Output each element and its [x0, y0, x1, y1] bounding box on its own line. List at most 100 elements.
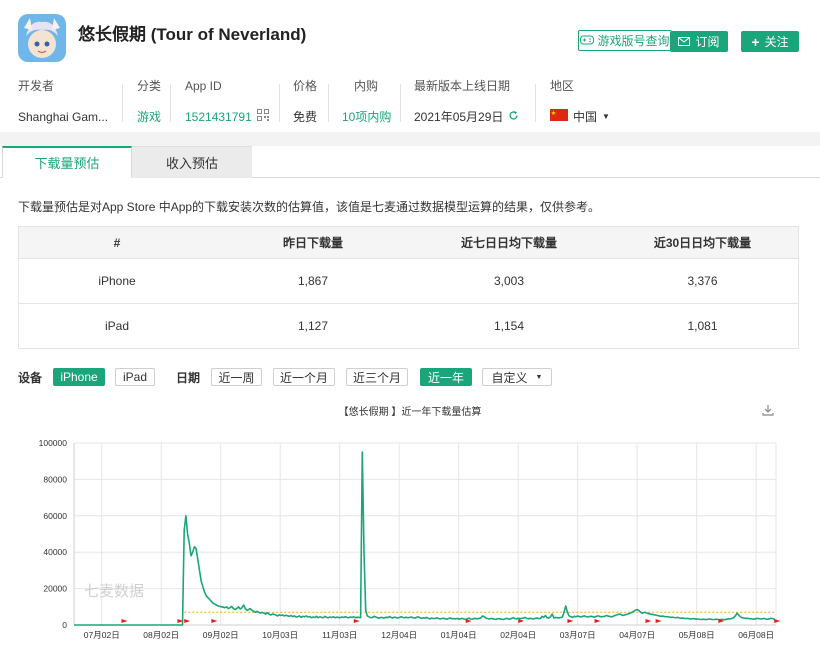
description: 下载量预估是对App Store 中App的下载安装次数的估算值，该值是七麦通过… — [18, 200, 601, 214]
category-label: 分类 — [137, 79, 162, 93]
table-cell: iPhone — [98, 274, 136, 288]
y-tick-label: 60000 — [43, 511, 67, 521]
region-label: 地区 — [550, 79, 575, 93]
device-iphone-chip[interactable]: iPhone — [53, 368, 105, 386]
column-header: 昨日下载量 — [282, 236, 343, 250]
qrcode-icon[interactable] — [256, 109, 269, 125]
table-row: iPad 1,127 1,154 1,081 — [19, 303, 798, 348]
event-marker — [211, 619, 218, 625]
subscribe-button[interactable]: 订阅 — [670, 31, 728, 52]
chart-watermark: 七麦数据 — [84, 583, 144, 600]
table-row: iPhone 1,867 3,003 3,376 — [19, 258, 798, 303]
section-separator — [0, 132, 820, 146]
range-quarter-chip[interactable]: 近三个月 — [346, 368, 408, 386]
meta-appid: App ID 1521431791 — [185, 78, 269, 125]
event-marker — [121, 619, 128, 625]
meta-region: 地区 中国 ▼ — [550, 78, 610, 125]
event-marker — [655, 619, 662, 625]
refresh-icon[interactable] — [508, 109, 519, 125]
x-tick-label: 03月07日 — [560, 630, 596, 640]
version-query-label: 游戏版号查询 — [597, 34, 670, 48]
release-label: 最新版本上线日期 — [414, 79, 511, 93]
download-icon[interactable] — [762, 404, 774, 419]
event-marker — [518, 619, 525, 625]
x-tick-label: 06月08日 — [738, 630, 774, 640]
table-cell: 3,003 — [493, 274, 525, 288]
event-marker — [645, 619, 652, 625]
follow-label: 关注 — [764, 35, 789, 49]
column-header: # — [113, 235, 121, 250]
range-custom-select[interactable]: 自定义 ▼ — [482, 368, 552, 386]
divider — [400, 84, 401, 122]
category-value[interactable]: 游戏 — [137, 109, 161, 125]
device-label: 设备 — [18, 371, 43, 385]
event-marker — [774, 619, 781, 625]
meta-release: 最新版本上线日期 2021年05月29日 — [414, 78, 519, 125]
x-tick-label: 05月08日 — [679, 630, 715, 640]
chart-title: 【悠长假期 】近一年下载量估算 — [338, 407, 482, 418]
y-tick-label: 20000 — [43, 584, 67, 594]
app-icon — [18, 14, 66, 62]
x-tick-label: 10月03日 — [262, 630, 298, 640]
china-flag-icon — [550, 109, 568, 125]
developer-label: 开发者 — [18, 79, 55, 93]
x-tick-label: 09月02日 — [203, 630, 239, 640]
download-line-chart: 0 20000 40000 60000 80000 100000 07月02日 08月02日 0… — [39, 438, 781, 640]
version-query-button[interactable]: 游戏版号查询 — [578, 30, 672, 51]
release-value: 2021年05月29日 — [414, 110, 504, 124]
y-tick-label: 80000 — [43, 474, 67, 484]
event-marker — [184, 619, 191, 625]
subscribe-label: 订阅 — [695, 35, 720, 49]
divider — [170, 84, 171, 122]
range-year-chip[interactable]: 近一年 — [420, 368, 472, 386]
appid-value: 1521431791 — [185, 110, 252, 124]
x-tick-label: 04月07日 — [619, 630, 655, 640]
tab-download-estimate[interactable]: 下载量预估 — [2, 146, 132, 178]
download-table: # 昨日下载量 近七日日均下载量 近30日日均下载量 iPhone 1,867 … — [18, 226, 799, 349]
table-cell: 1,127 — [297, 319, 329, 333]
tab-revenue-estimate[interactable]: 收入预估 — [132, 146, 252, 178]
x-tick-label: 11月03日 — [322, 630, 357, 640]
release-row: 2021年05月29日 — [414, 109, 519, 125]
iap-label: 内购 — [354, 79, 379, 93]
table-cell: 1,081 — [687, 319, 718, 333]
caret-down-icon: ▼ — [535, 373, 543, 381]
mail-icon — [678, 35, 691, 49]
x-tick-label: 08月02日 — [143, 630, 179, 640]
region-select[interactable]: 中国 ▼ — [550, 109, 610, 125]
date-label: 日期 — [176, 371, 201, 385]
gamepad-icon — [580, 34, 595, 48]
table-cell: 1,154 — [493, 319, 525, 333]
follow-button[interactable]: + 关注 — [741, 31, 799, 52]
appid-label: App ID — [185, 79, 222, 93]
column-header: 近七日日均下载量 — [460, 236, 557, 250]
meta-price: 价格 免费 — [293, 78, 317, 125]
developer-value[interactable]: Shanghai Gam... — [18, 109, 108, 125]
event-marker — [465, 619, 472, 625]
divider — [535, 84, 536, 122]
divider — [328, 84, 329, 122]
divider — [122, 84, 123, 122]
table-cell: iPad — [104, 319, 130, 333]
event-marker — [353, 619, 360, 625]
x-tick-label: 12月04日 — [381, 630, 417, 640]
y-tick-label: 0 — [62, 620, 67, 630]
series-line — [74, 451, 777, 626]
range-week-chip[interactable]: 近一周 — [211, 368, 262, 386]
column-header: 近30日日均下载量 — [653, 236, 752, 250]
iap-value[interactable]: 10项内购 — [342, 109, 391, 125]
caret-down-icon: ▼ — [602, 112, 610, 121]
x-tick-label: 01月04日 — [441, 630, 477, 640]
range-custom-label: 自定义 — [491, 370, 528, 385]
event-marker — [567, 619, 574, 625]
range-month-chip[interactable]: 近一个月 — [273, 368, 335, 386]
x-tick-label: 07月02日 — [84, 630, 120, 640]
meta-category: 分类 游戏 — [137, 78, 161, 125]
meta-developer: 开发者 Shanghai Gam... — [18, 78, 108, 125]
y-tick-label: 40000 — [43, 547, 67, 557]
table-header: # 昨日下载量 近七日日均下载量 近30日日均下载量 — [19, 227, 798, 258]
x-tick-label: 02月04日 — [500, 630, 536, 640]
y-tick-label: 100000 — [39, 438, 68, 448]
device-ipad-chip[interactable]: iPad — [115, 368, 155, 386]
app-title: 悠长假期 (Tour of Neverland) — [78, 25, 307, 44]
